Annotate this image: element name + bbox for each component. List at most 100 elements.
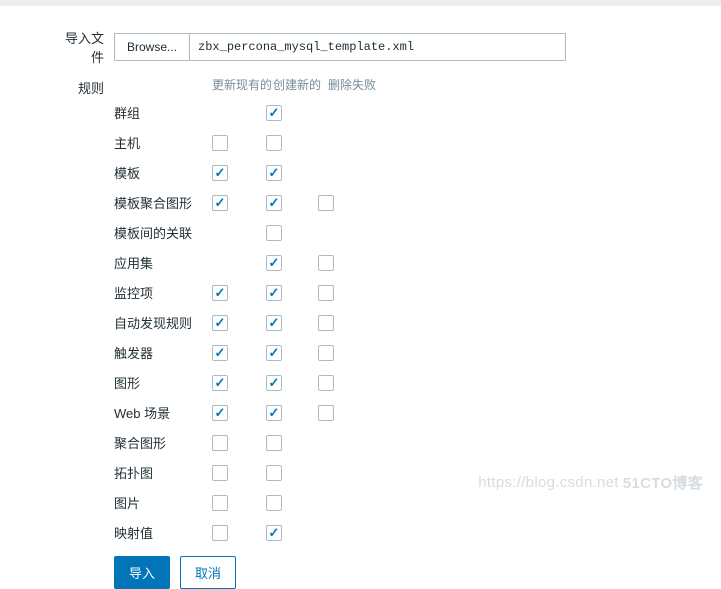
checkbox-update[interactable]	[212, 195, 228, 211]
checkbox-delete[interactable]	[318, 255, 334, 271]
checkbox-delete[interactable]	[318, 405, 334, 421]
rule-row: Web 场景	[114, 403, 382, 422]
checkbox-create[interactable]	[266, 375, 282, 391]
checkbox-cell	[318, 345, 368, 361]
checkbox-create[interactable]	[266, 465, 282, 481]
file-input[interactable]: Browse... zbx_percona_mysql_template.xml	[114, 33, 566, 61]
checkbox-create[interactable]	[266, 405, 282, 421]
rule-label: 主机	[114, 133, 212, 152]
checkbox-update[interactable]	[212, 135, 228, 151]
browse-button[interactable]: Browse...	[115, 34, 190, 60]
checkbox-create[interactable]	[266, 435, 282, 451]
checkbox-cell	[318, 285, 368, 301]
empty-cell	[318, 225, 334, 241]
checkbox-cell	[266, 225, 318, 241]
rule-label: 模板间的关联	[114, 223, 212, 242]
checkbox-delete[interactable]	[318, 345, 334, 361]
checkbox-cell	[212, 525, 266, 541]
checkbox-create[interactable]	[266, 255, 282, 271]
rule-row: 应用集	[114, 253, 382, 272]
rule-label: 图片	[114, 493, 212, 512]
rules-label: 规则	[56, 76, 114, 589]
rule-row: 自动发现规则	[114, 313, 382, 332]
checkbox-cell	[212, 435, 266, 451]
import-file-label: 导入文件	[56, 28, 114, 66]
empty-cell	[212, 225, 228, 241]
rule-row: 主机	[114, 133, 382, 152]
checkbox-cell	[318, 315, 368, 331]
rule-row: 模板间的关联	[114, 223, 382, 242]
empty-cell	[318, 495, 334, 511]
checkbox-create[interactable]	[266, 315, 282, 331]
checkbox-create[interactable]	[266, 345, 282, 361]
empty-cell	[212, 255, 228, 271]
checkbox-cell	[266, 315, 318, 331]
checkbox-cell	[266, 195, 318, 211]
empty-cell	[318, 525, 334, 541]
checkbox-update[interactable]	[212, 165, 228, 181]
checkbox-delete[interactable]	[318, 315, 334, 331]
checkbox-cell	[318, 135, 368, 151]
checkbox-delete[interactable]	[318, 285, 334, 301]
button-row: 导入 取消	[114, 556, 382, 589]
cancel-button[interactable]: 取消	[180, 556, 236, 589]
empty-cell	[212, 105, 228, 121]
rule-label: 映射值	[114, 523, 212, 542]
empty-cell	[318, 105, 334, 121]
checkbox-cell	[266, 465, 318, 481]
checkbox-cell	[212, 195, 266, 211]
watermark-brand: 51CTO博客	[623, 472, 703, 493]
empty-cell	[318, 135, 334, 151]
checkbox-update[interactable]	[212, 285, 228, 301]
checkbox-create[interactable]	[266, 195, 282, 211]
checkbox-cell	[212, 345, 266, 361]
watermark: https://blog.csdn.net 51CTO博客	[478, 472, 703, 493]
import-button[interactable]: 导入	[114, 556, 170, 589]
checkbox-update[interactable]	[212, 435, 228, 451]
watermark-url: https://blog.csdn.net	[478, 474, 619, 491]
rule-row: 聚合图形	[114, 433, 382, 452]
rule-label: 模板聚合图形	[114, 193, 212, 212]
checkbox-create[interactable]	[266, 105, 282, 121]
rule-label: 模板	[114, 163, 212, 182]
checkbox-update[interactable]	[212, 375, 228, 391]
checkbox-create[interactable]	[266, 225, 282, 241]
checkbox-update[interactable]	[212, 525, 228, 541]
rules-header: 更新现有的 创建新的 删除失败	[114, 76, 382, 93]
checkbox-create[interactable]	[266, 285, 282, 301]
checkbox-update[interactable]	[212, 345, 228, 361]
checkbox-cell	[212, 375, 266, 391]
checkbox-cell	[212, 105, 266, 121]
checkbox-delete[interactable]	[318, 195, 334, 211]
checkbox-cell	[318, 465, 368, 481]
checkbox-update[interactable]	[212, 405, 228, 421]
file-row: 导入文件 Browse... zbx_percona_mysql_templat…	[56, 28, 721, 66]
checkbox-update[interactable]	[212, 465, 228, 481]
checkbox-cell	[266, 105, 318, 121]
checkbox-cell	[266, 345, 318, 361]
checkbox-create[interactable]	[266, 165, 282, 181]
checkbox-update[interactable]	[212, 495, 228, 511]
checkbox-cell	[266, 135, 318, 151]
checkbox-cell	[318, 435, 368, 451]
checkbox-cell	[266, 525, 318, 541]
checkbox-cell	[212, 225, 266, 241]
empty-cell	[318, 435, 334, 451]
checkbox-update[interactable]	[212, 315, 228, 331]
checkbox-create[interactable]	[266, 135, 282, 151]
checkbox-create[interactable]	[266, 495, 282, 511]
checkbox-cell	[318, 525, 368, 541]
header-create: 创建新的	[272, 76, 322, 93]
checkbox-create[interactable]	[266, 525, 282, 541]
checkbox-cell	[212, 405, 266, 421]
checkbox-delete[interactable]	[318, 375, 334, 391]
checkbox-cell	[266, 495, 318, 511]
checkbox-cell	[266, 165, 318, 181]
checkbox-cell	[266, 255, 318, 271]
checkbox-cell	[212, 285, 266, 301]
checkbox-cell	[212, 165, 266, 181]
rule-row: 映射值	[114, 523, 382, 542]
checkbox-cell	[318, 255, 368, 271]
rule-row: 图形	[114, 373, 382, 392]
rule-row: 监控项	[114, 283, 382, 302]
